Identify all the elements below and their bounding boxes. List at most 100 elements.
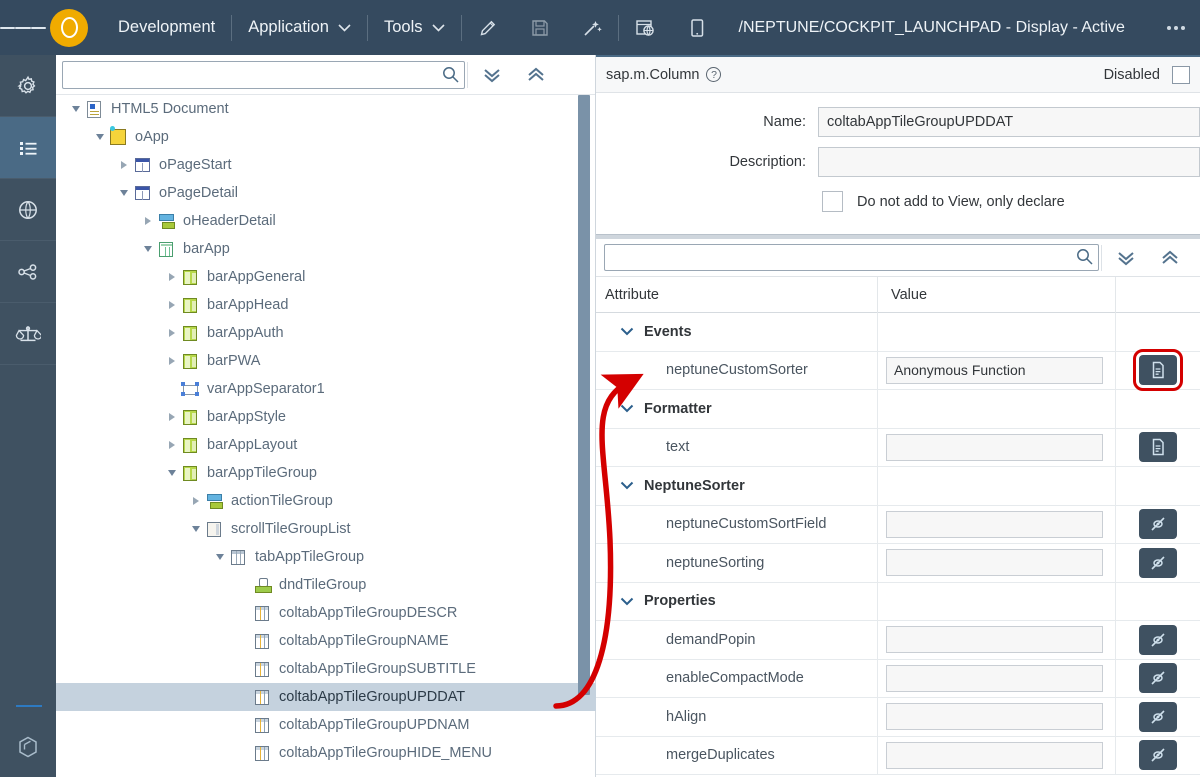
tree-node-type-icon	[132, 156, 152, 174]
chevron-down-icon[interactable]	[620, 481, 634, 490]
attribute-action-cell	[1115, 313, 1200, 351]
tree-collapse-toggle-icon[interactable]	[164, 470, 180, 476]
tree-node[interactable]: oPageDetail	[56, 179, 596, 207]
tree-expand-toggle-icon[interactable]	[116, 161, 132, 169]
binding-icon[interactable]	[1139, 548, 1177, 578]
tree-node[interactable]: oHeaderDetail	[56, 207, 596, 235]
chevron-down-icon[interactable]	[620, 327, 634, 336]
attribute-group-row[interactable]: NeptuneSorter	[596, 467, 1200, 506]
magic-wand-icon[interactable]	[566, 0, 618, 55]
code-editor-icon[interactable]	[1139, 355, 1177, 385]
tree-node[interactable]: coltabAppTileGroupUPDDAT	[56, 683, 596, 711]
tree-expand-toggle-icon[interactable]	[164, 329, 180, 337]
tree-node[interactable]: coltabAppTileGroupDESCR	[56, 599, 596, 627]
binding-icon[interactable]	[1139, 740, 1177, 770]
attribute-value-input[interactable]	[886, 703, 1103, 730]
attribute-value-input[interactable]	[886, 665, 1103, 692]
attribute-group-row[interactable]: Events	[596, 313, 1200, 352]
sidebar-item-globe[interactable]	[0, 179, 56, 241]
attribute-group-row[interactable]: Formatter	[596, 390, 1200, 429]
tree-collapse-toggle-icon[interactable]	[140, 246, 156, 252]
sidebar-item-settings[interactable]	[0, 55, 56, 117]
tree-node[interactable]: coltabAppTileGroupNAME	[56, 627, 596, 655]
tree-expand-toggle-icon[interactable]	[164, 273, 180, 281]
tree-node[interactable]: tabAppTileGroup	[56, 543, 596, 571]
tree-collapse-all-button[interactable]	[514, 56, 558, 94]
binding-icon[interactable]	[1139, 625, 1177, 655]
tree-node[interactable]: oApp	[56, 123, 596, 151]
tree-node[interactable]: barAppAuth	[56, 319, 596, 347]
attribute-value-input[interactable]	[886, 742, 1103, 769]
attribute-value-input[interactable]	[886, 511, 1103, 538]
hamburger-icon[interactable]	[0, 0, 46, 55]
browser-preview-icon[interactable]	[619, 0, 671, 55]
attribute-search-input[interactable]	[604, 244, 1099, 271]
tree-search-input[interactable]	[62, 61, 465, 89]
search-icon[interactable]	[1076, 248, 1093, 270]
tree-expand-toggle-icon[interactable]	[140, 217, 156, 225]
tree-expand-toggle-icon[interactable]	[164, 441, 180, 449]
tree-node[interactable]: scrollTileGroupList	[56, 515, 596, 543]
tree-node-label: coltabAppTileGroupDESCR	[279, 606, 457, 621]
pencil-icon[interactable]	[462, 0, 514, 55]
tree-node[interactable]: coltabAppTileGroupSUBTITLE	[56, 655, 596, 683]
tree-node[interactable]: HTML5 Document	[56, 95, 596, 123]
tree-expand-toggle-icon[interactable]	[188, 497, 204, 505]
name-input[interactable]	[818, 107, 1200, 137]
tree-collapse-toggle-icon[interactable]	[68, 106, 84, 112]
attribute-group-row[interactable]: Properties	[596, 583, 1200, 622]
tree-collapse-toggle-icon[interactable]	[188, 526, 204, 532]
binding-icon[interactable]	[1139, 663, 1177, 693]
sidebar-item-cube[interactable]	[0, 725, 56, 769]
tree-collapse-toggle-icon[interactable]	[212, 554, 228, 560]
tree-expand-toggle-icon[interactable]	[164, 357, 180, 365]
tree-node[interactable]: barPWA	[56, 347, 596, 375]
tree-node[interactable]: barApp	[56, 235, 596, 263]
attribute-value-input[interactable]	[886, 357, 1103, 384]
code-editor-icon[interactable]	[1139, 432, 1177, 462]
tree-node[interactable]: coltabAppTileGroupHIDE_MENU	[56, 739, 596, 767]
tree-node[interactable]: barAppTileGroup	[56, 459, 596, 487]
attribute-value-input[interactable]	[886, 549, 1103, 576]
declare-only-checkbox[interactable]	[822, 191, 843, 212]
tree-node[interactable]: barAppGeneral	[56, 263, 596, 291]
tree-expand-all-button[interactable]	[470, 56, 514, 94]
more-options-icon[interactable]	[1165, 0, 1186, 55]
chevron-down-icon[interactable]	[620, 597, 634, 606]
sidebar-item-share[interactable]	[0, 241, 56, 303]
sidebar-item-elements[interactable]	[0, 117, 56, 179]
tree-node-label: coltabAppTileGroupUPDNAM	[279, 718, 469, 733]
tree-expand-toggle-icon[interactable]	[164, 301, 180, 309]
tree-node[interactable]: actionTileGroup	[56, 487, 596, 515]
binding-icon[interactable]	[1139, 702, 1177, 732]
tools-menu[interactable]: Tools	[368, 0, 461, 55]
tree-node[interactable]: barAppStyle	[56, 403, 596, 431]
tree-node[interactable]: barAppLayout	[56, 431, 596, 459]
binding-icon[interactable]	[1139, 509, 1177, 539]
tree-node[interactable]: varAppSeparator1	[56, 375, 596, 403]
attribute-value-input[interactable]	[886, 626, 1103, 653]
search-icon[interactable]	[442, 66, 459, 88]
chevron-down-icon[interactable]	[620, 404, 634, 413]
tree-expand-toggle-icon[interactable]	[164, 413, 180, 421]
attribute-value-input[interactable]	[886, 434, 1103, 461]
tree-collapse-toggle-icon[interactable]	[116, 190, 132, 196]
description-input[interactable]	[818, 147, 1200, 177]
mobile-preview-icon[interactable]	[671, 0, 723, 55]
attributes-expand-all-button[interactable]	[1104, 239, 1148, 277]
tree-node[interactable]: oPageStart	[56, 151, 596, 179]
sidebar-item-balance[interactable]	[0, 303, 56, 365]
tree-node[interactable]: barAppHead	[56, 291, 596, 319]
application-menu[interactable]: Application	[232, 0, 367, 55]
tree-node[interactable]: dndTileGroup	[56, 571, 596, 599]
tree-node[interactable]: coltabAppTileGroupUPDNAM	[56, 711, 596, 739]
help-icon[interactable]: ?	[706, 67, 721, 82]
tree-collapse-toggle-icon[interactable]	[92, 134, 108, 140]
attributes-collapse-all-button[interactable]	[1148, 239, 1192, 277]
disabled-checkbox[interactable]	[1172, 66, 1190, 84]
tree-scrollbar-thumb[interactable]	[578, 95, 590, 695]
save-icon[interactable]	[514, 0, 566, 55]
tree-scrollbar[interactable]	[578, 95, 590, 777]
toolbar-divider	[1101, 245, 1102, 271]
left-rail	[0, 55, 56, 777]
